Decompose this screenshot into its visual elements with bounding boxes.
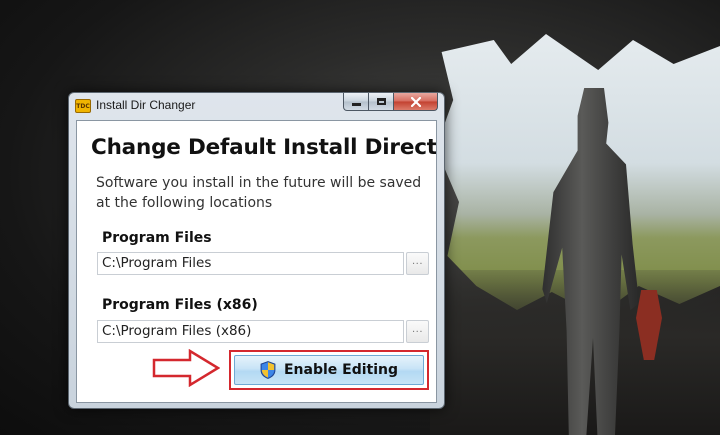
program-files-path-field[interactable]: C:\Program Files xyxy=(97,252,404,275)
enable-editing-highlight: Enable Editing xyxy=(229,350,429,390)
program-files-browse-button[interactable]: ... xyxy=(406,252,429,275)
close-icon xyxy=(410,96,421,107)
program-files-x86-browse-button[interactable]: ... xyxy=(406,320,429,343)
install-dir-changer-window: TDC Install Dir Changer Change Default I… xyxy=(68,92,445,409)
minimize-icon xyxy=(351,103,361,106)
program-files-x86-path-field[interactable]: C:\Program Files (x86) xyxy=(97,320,404,343)
maximize-icon xyxy=(376,98,386,105)
page-title: Change Default Install Directo xyxy=(91,135,437,160)
enable-editing-button[interactable]: Enable Editing xyxy=(234,355,424,385)
window-client-area: Change Default Install Directo Software … xyxy=(76,120,437,403)
maximize-button[interactable] xyxy=(369,93,394,111)
description-text: Software you install in the future will … xyxy=(96,175,422,211)
program-files-x86-label: Program Files (x86) xyxy=(102,297,258,313)
enable-editing-label: Enable Editing xyxy=(283,362,399,378)
program-files-label: Program Files xyxy=(102,230,212,246)
right-arrow-outline-icon xyxy=(152,349,220,387)
window-title: Install Dir Changer xyxy=(96,98,196,112)
caption-buttons xyxy=(343,93,438,111)
close-button[interactable] xyxy=(394,93,438,111)
title-bar[interactable]: TDC Install Dir Changer xyxy=(69,93,444,119)
minimize-button[interactable] xyxy=(343,93,369,111)
uac-shield-icon xyxy=(260,361,276,379)
app-icon: TDC xyxy=(75,99,91,113)
